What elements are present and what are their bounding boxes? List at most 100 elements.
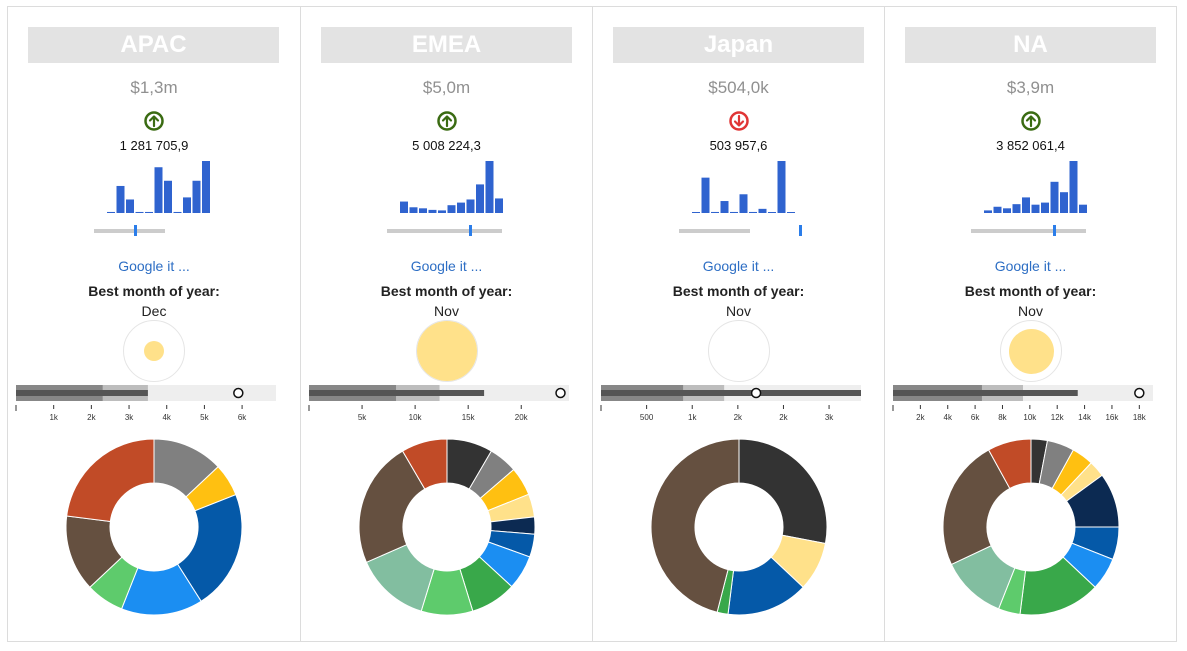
- spark-bar: [1003, 208, 1011, 213]
- spark-bar: [739, 194, 748, 213]
- best-month-bubble: [417, 321, 477, 381]
- spark-bar: [1012, 204, 1021, 213]
- best-month-bubble-ring: [416, 320, 478, 382]
- monthly-sparkline: [400, 161, 503, 213]
- spark-bar: [476, 184, 484, 213]
- spark-bar: [701, 177, 710, 213]
- regional-sales-dashboard: APAC $1,3m 1 281 705,9 Google it ... Bes…: [7, 6, 1177, 642]
- bullet-tick-label: 10k: [1023, 413, 1037, 422]
- bullet-tick-label: 6k: [238, 413, 247, 422]
- best-month-label: Best month of year:: [964, 283, 1097, 299]
- region-exact-value: 503 957,6: [709, 138, 768, 153]
- region-total: $1,3m: [130, 78, 178, 97]
- bullet-measure: [309, 390, 485, 396]
- spark-bar: [135, 211, 144, 213]
- bullet-chart: 2k 4k 6k 8k 10k 12k 14k 16k 18k: [892, 385, 1153, 422]
- bullet-tick-label: 12k: [1051, 413, 1065, 422]
- bullet-chart: 500 1k 2k 2k 3k: [600, 385, 861, 422]
- arrow-up-circle-icon: [1021, 111, 1041, 131]
- spark-bar: [447, 205, 456, 213]
- spark-bar: [107, 211, 115, 213]
- spark-bar: [777, 161, 786, 213]
- spark-bar: [711, 211, 719, 213]
- region-title: NA: [905, 27, 1156, 63]
- arrow-down-circle-icon: [729, 111, 749, 131]
- range-slider-track[interactable]: [387, 229, 502, 233]
- spark-bar: [1050, 181, 1059, 213]
- best-month-bubble: [144, 341, 164, 361]
- spark-bar: [730, 211, 738, 213]
- region-total: $504,0k: [708, 78, 769, 97]
- spark-bar: [758, 208, 767, 213]
- region-title: APAC: [28, 27, 279, 63]
- best-month-value: Dec: [141, 303, 167, 319]
- region-exact-value: 3 852 061,4: [996, 138, 1065, 153]
- spark-bar: [749, 211, 757, 213]
- region-exact-value: 5 008 224,3: [412, 138, 481, 153]
- range-slider-handle[interactable]: [1052, 225, 1056, 236]
- region-total: $5,0m: [422, 78, 471, 97]
- spark-bar: [145, 211, 153, 213]
- bullet-tick-label: 20k: [515, 413, 529, 422]
- google-it-link[interactable]: Google it ...: [593, 258, 884, 274]
- spark-bar: [1041, 202, 1049, 213]
- spark-bar: [202, 161, 210, 213]
- spark-bar: [409, 207, 418, 213]
- category-donut-chart: [942, 438, 1120, 616]
- region-title: Japan: [613, 27, 864, 63]
- bullet-tick-label: 3k: [825, 413, 834, 422]
- arrow-up-circle-icon: [437, 111, 457, 131]
- category-donut-chart: [650, 438, 828, 616]
- spark-bar: [485, 161, 494, 213]
- spark-bar: [116, 185, 125, 213]
- spark-bar: [1069, 161, 1078, 213]
- spark-bar: [164, 180, 172, 213]
- range-slider-handle[interactable]: [798, 225, 802, 236]
- bullet-tick-label: 5k: [200, 413, 209, 422]
- google-it-link[interactable]: Google it ...: [885, 258, 1176, 274]
- spark-bar: [787, 212, 795, 213]
- donut-slice: [66, 438, 155, 523]
- bullet-marker: [555, 387, 566, 399]
- spark-bar: [400, 201, 408, 213]
- google-it-link[interactable]: Google it ...: [301, 258, 592, 274]
- bullet-chart: 5k 10k 15k 20k: [308, 385, 569, 422]
- bullet-measure: [601, 390, 861, 396]
- region-panel: APAC $1,3m 1 281 705,9 Google it ... Bes…: [8, 7, 300, 641]
- spark-bar: [692, 212, 700, 213]
- bullet-tick-label: 500: [640, 413, 654, 422]
- spark-bar: [768, 212, 776, 213]
- range-slider-track[interactable]: [679, 229, 751, 233]
- bullet-tick-label: 14k: [1078, 413, 1092, 422]
- best-month-label: Best month of year:: [380, 283, 513, 299]
- bullet-tick-label: 15k: [462, 413, 476, 422]
- donut-slice: [738, 438, 828, 545]
- best-month-value: Nov: [726, 303, 751, 319]
- bullet-tick-label: 1k: [49, 413, 58, 422]
- range-slider-track[interactable]: [971, 229, 1086, 233]
- google-it-link[interactable]: Google it ...: [8, 258, 300, 274]
- region-total: $3,9m: [1006, 78, 1055, 97]
- bullet-tick-label: 16k: [1105, 413, 1119, 422]
- bullet-tick-label: 5k: [358, 413, 367, 422]
- bullet-tick-label: 2k: [734, 413, 743, 422]
- spark-bar: [1031, 204, 1040, 213]
- bullet-chart: 1k 2k 3k 4k 5k 6k: [15, 385, 276, 422]
- spark-bar: [1060, 192, 1068, 213]
- spark-bar: [438, 210, 446, 213]
- spark-bar: [1022, 197, 1030, 213]
- spark-bar: [183, 197, 191, 213]
- range-slider-handle[interactable]: [134, 225, 138, 236]
- bullet-tick-label: 6k: [971, 413, 980, 422]
- arrow-up-circle-icon: [144, 111, 164, 131]
- best-month-bubble-ring: [708, 320, 770, 382]
- region-panel: EMEA $5,0m 5 008 224,3 Google it ... Bes…: [300, 7, 592, 641]
- bullet-tick-label: 10k: [409, 413, 423, 422]
- best-month-value: Nov: [1018, 303, 1043, 319]
- spark-bar: [154, 167, 163, 213]
- range-slider-track[interactable]: [94, 229, 166, 233]
- range-slider-handle[interactable]: [468, 225, 472, 236]
- spark-bar: [1079, 204, 1087, 213]
- bullet-tick-label: 4k: [162, 413, 171, 422]
- bullet-tick-label: 4k: [944, 413, 953, 422]
